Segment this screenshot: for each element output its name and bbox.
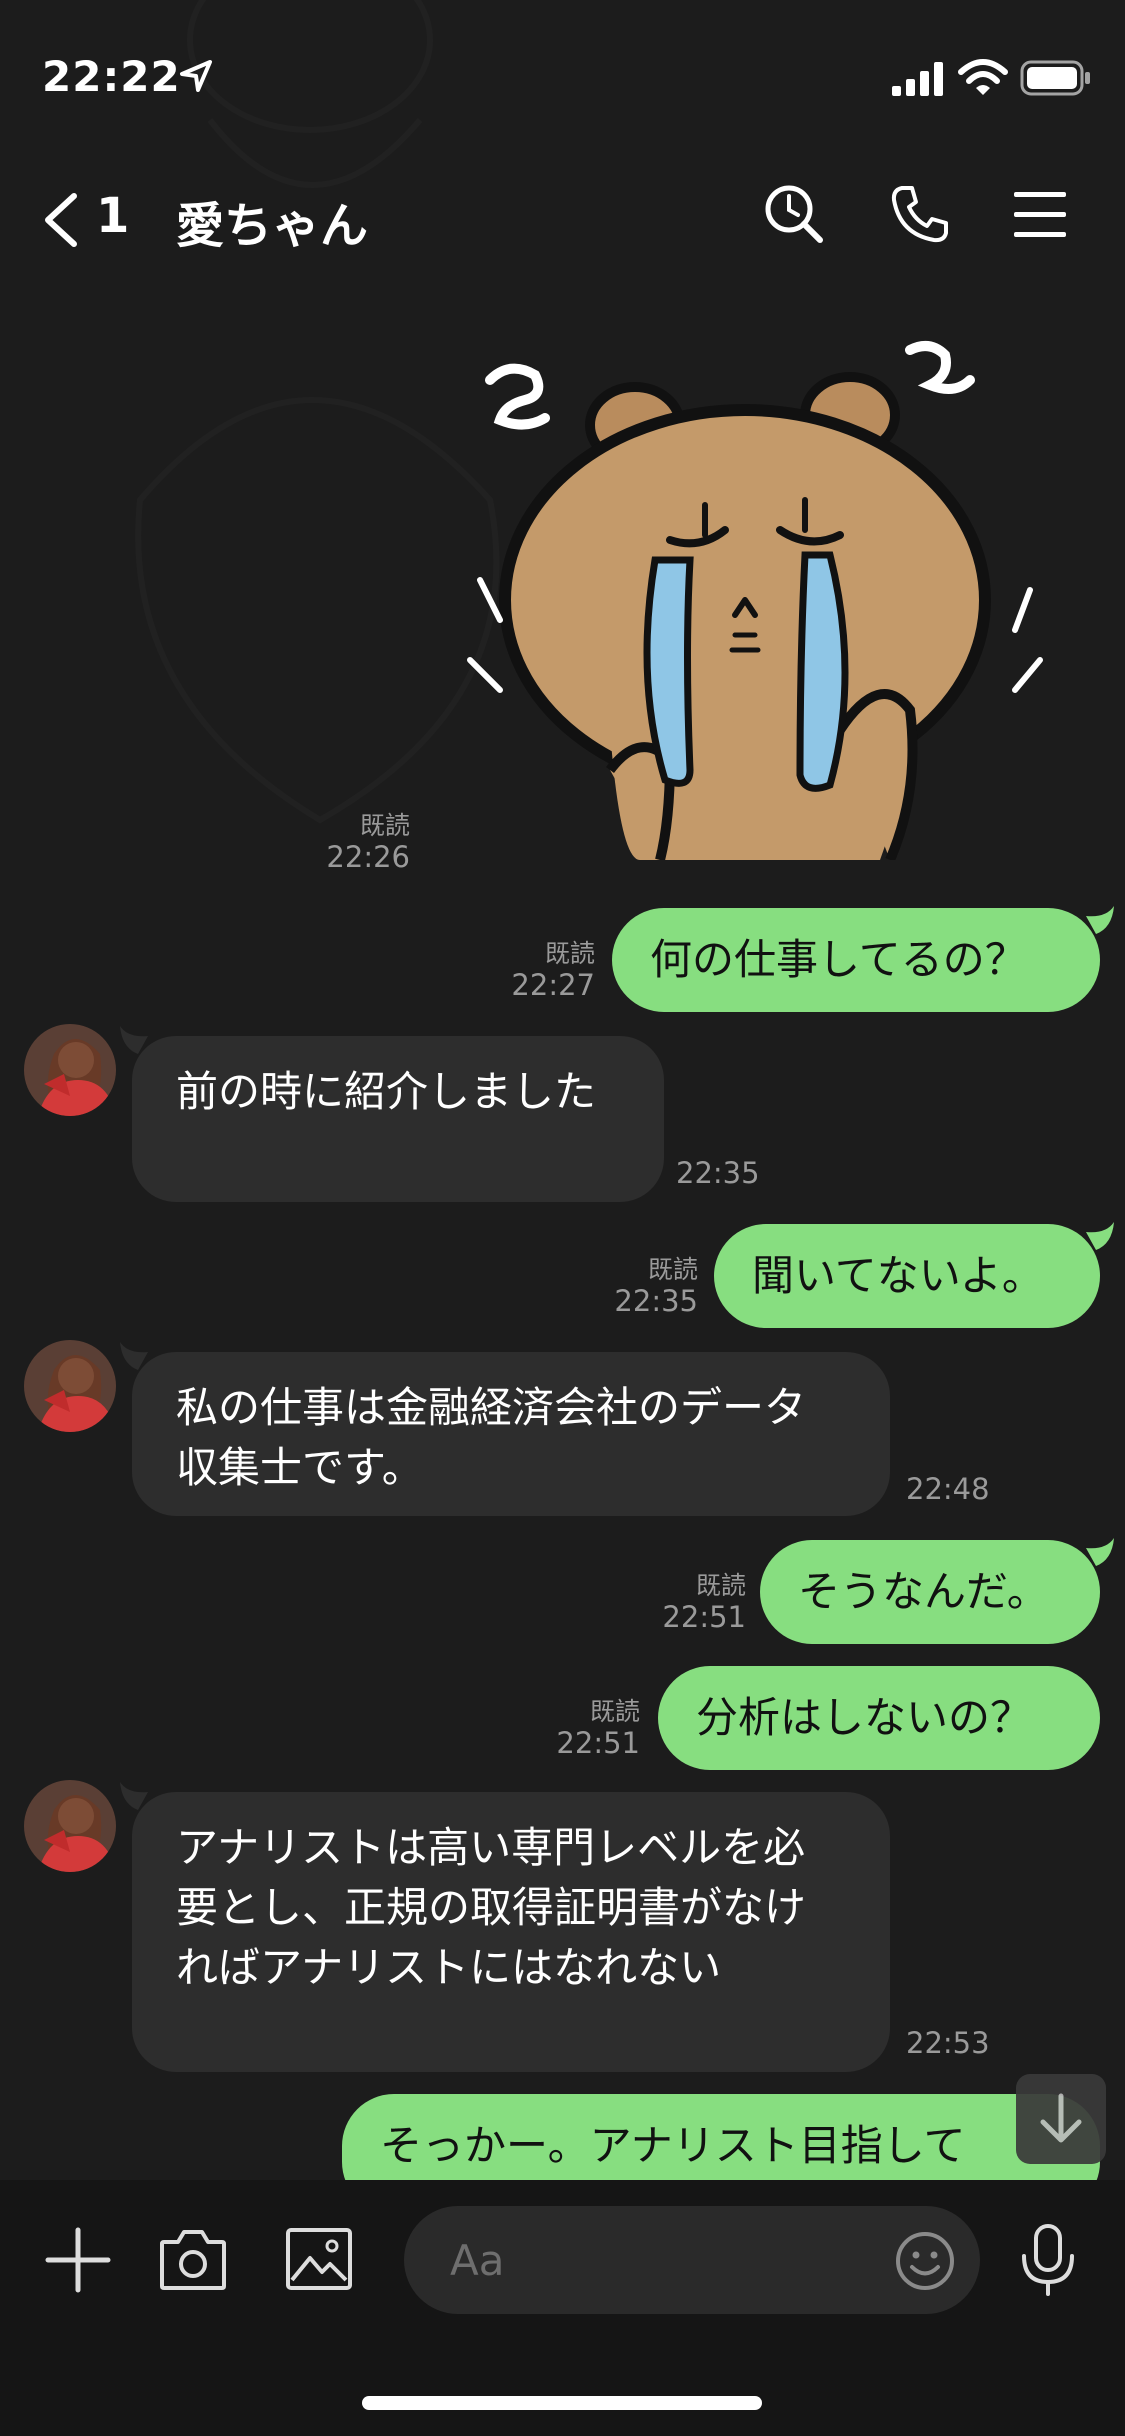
avatar-photo-icon bbox=[24, 1340, 116, 1432]
read-receipt: 既読 bbox=[647, 1255, 698, 1284]
phone-call-icon[interactable] bbox=[888, 182, 952, 246]
message-text: そっかー。アナリスト目指して bbox=[380, 2121, 966, 2170]
message-text-line: アナリストは高い専門レベルを必 bbox=[176, 1823, 806, 1872]
outgoing-message-bubble[interactable]: 聞いてないよ。 bbox=[714, 1224, 1100, 1328]
chat-title: 愛ちゃん bbox=[176, 198, 369, 254]
image-gallery-icon[interactable] bbox=[284, 2226, 354, 2292]
search-history-icon[interactable] bbox=[762, 182, 826, 246]
arrow-down-icon bbox=[1040, 2093, 1082, 2143]
bubble-tail bbox=[1086, 906, 1114, 934]
location-arrow-icon bbox=[180, 60, 212, 92]
unread-count[interactable]: 1 bbox=[96, 188, 129, 244]
message-time: 22:27 bbox=[511, 968, 595, 1002]
read-receipt: 既読 bbox=[695, 1571, 746, 1600]
message-text: 聞いてないよ。 bbox=[752, 1251, 1044, 1300]
message-text: 前の時に紹介しました bbox=[176, 1067, 597, 1116]
message-time: 22:51 bbox=[662, 1600, 746, 1634]
menu-icon[interactable] bbox=[1012, 188, 1068, 242]
message-text-line: 私の仕事は金融経済会社のデータ bbox=[176, 1383, 807, 1432]
status-bar: 22:22 bbox=[0, 0, 1125, 150]
contact-avatar[interactable] bbox=[24, 1340, 116, 1432]
bubble-tail bbox=[1086, 1222, 1114, 1250]
chat-header: 1 愛ちゃん bbox=[0, 160, 1125, 270]
status-time: 22:22 bbox=[42, 52, 181, 101]
back-chevron-icon[interactable] bbox=[40, 190, 80, 250]
incoming-message-bubble[interactable]: 前の時に紹介しました bbox=[132, 1036, 664, 1202]
microphone-icon[interactable] bbox=[1018, 2222, 1078, 2298]
incoming-message-bubble[interactable]: 私の仕事は金融経済会社のデータ 収集士です。 bbox=[132, 1352, 890, 1516]
battery-icon bbox=[1020, 60, 1090, 96]
incoming-message-bubble[interactable]: アナリストは高い専門レベルを必 要とし、正規の取得証明書がなけ ればアナリストに… bbox=[132, 1792, 890, 2072]
read-receipt: 既読 bbox=[544, 939, 595, 968]
crying-bear-sticker[interactable] bbox=[460, 330, 1060, 860]
outgoing-message-bubble[interactable]: 何の仕事してるの？ bbox=[612, 908, 1100, 1012]
bubble-tail bbox=[1086, 1538, 1114, 1566]
home-indicator[interactable] bbox=[362, 2396, 762, 2410]
message-text-line: 要とし、正規の取得証明書がなけ bbox=[176, 1883, 807, 1932]
contact-avatar[interactable] bbox=[24, 1024, 116, 1116]
emoji-icon[interactable] bbox=[894, 2230, 956, 2292]
message-time: 22:51 bbox=[556, 1726, 640, 1760]
outgoing-message-bubble[interactable]: そうなんだ。 bbox=[760, 1540, 1100, 1644]
plus-icon[interactable] bbox=[44, 2226, 112, 2294]
message-text: 何の仕事してるの？ bbox=[650, 935, 1027, 984]
cellular-signal-icon bbox=[892, 62, 943, 96]
contact-avatar[interactable] bbox=[24, 1780, 116, 1872]
message-text: そうなんだ。 bbox=[798, 1567, 1049, 1616]
message-time: 22:53 bbox=[906, 2026, 990, 2060]
camera-icon[interactable] bbox=[158, 2226, 228, 2292]
message-time: 22:35 bbox=[614, 1284, 698, 1318]
scroll-to-bottom-button[interactable] bbox=[1016, 2074, 1106, 2164]
read-receipt: 既読 bbox=[589, 1697, 640, 1726]
message-text: 分析はしないの？ bbox=[696, 1693, 1033, 1742]
message-time: 22:48 bbox=[906, 1472, 990, 1506]
message-time: 22:35 bbox=[676, 1156, 760, 1190]
avatar-photo-icon bbox=[24, 1780, 116, 1872]
wifi-icon bbox=[958, 59, 1008, 95]
message-time: 22:26 bbox=[326, 840, 410, 874]
outgoing-message-bubble[interactable]: 分析はしないの？ bbox=[658, 1666, 1100, 1770]
avatar-photo-icon bbox=[24, 1024, 116, 1116]
message-text-line: 収集士です。 bbox=[176, 1443, 424, 1492]
message-text-line: ればアナリストにはなれない bbox=[176, 1943, 722, 1992]
read-receipt: 既読 bbox=[359, 811, 410, 840]
